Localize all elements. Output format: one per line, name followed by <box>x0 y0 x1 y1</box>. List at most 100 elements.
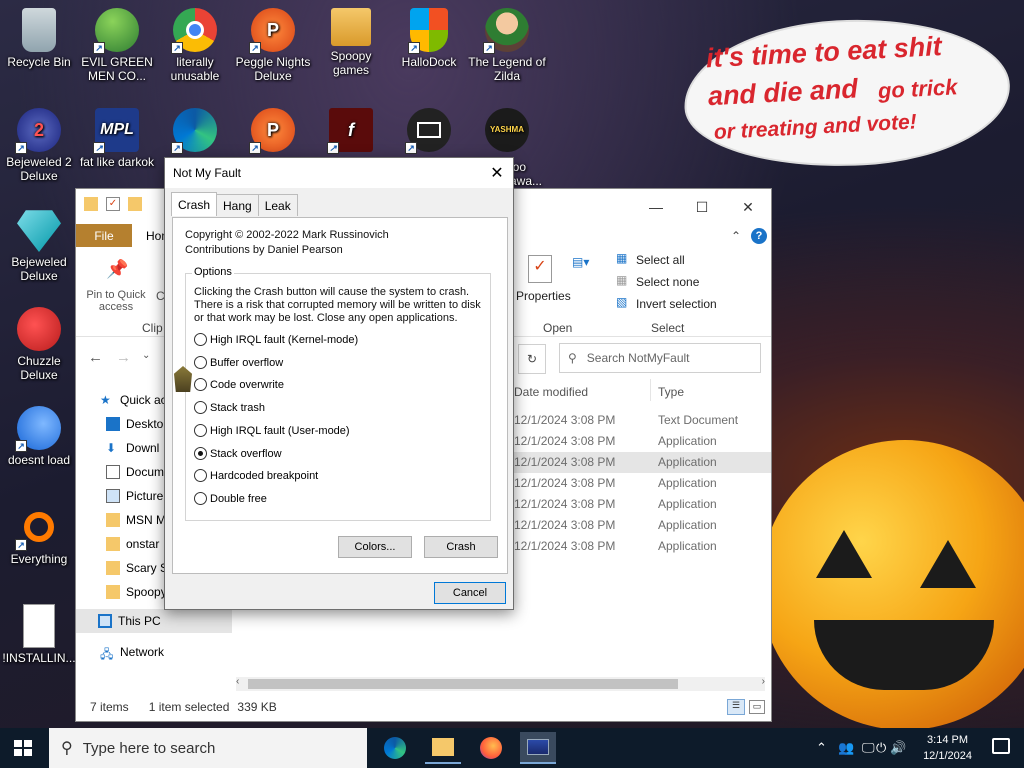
nav-downloads[interactable]: ⬇ Downl <box>106 437 159 459</box>
table-row[interactable]: 12/1/2024 3:08 PM Application <box>510 515 771 536</box>
radio-double-free[interactable]: Double free <box>194 492 267 505</box>
desktop-icon-peggle[interactable]: P ↗ <box>234 108 312 156</box>
radio-code-overwrite[interactable]: Code overwrite <box>194 378 284 391</box>
nav-scary-folder[interactable]: Scary S <box>106 557 168 579</box>
table-row[interactable]: 12/1/2024 3:08 PM Application <box>510 536 771 557</box>
taskbar-firefox[interactable] <box>473 732 509 764</box>
power-icon[interactable]: ⏻ <box>876 740 886 756</box>
open-options-icon[interactable]: ▤▾ <box>572 255 589 269</box>
select-all-button[interactable]: Select all <box>636 253 685 267</box>
refresh-icon[interactable]: ↻ <box>518 344 546 374</box>
desktop-icon-everything[interactable]: ↗ Everything <box>0 505 78 566</box>
taskbar-file-explorer[interactable] <box>425 732 461 764</box>
nav-spoopy-folder[interactable]: Spoopy <box>106 581 167 603</box>
taskbar-clock[interactable]: 3:14 PM 12/1/2024 <box>923 732 972 764</box>
desktop-icon-peggle-nights[interactable]: P ↗ Peggle Nights Deluxe <box>234 8 312 83</box>
nav-onstar-folder[interactable]: onstar <box>106 533 159 555</box>
properties-check-icon[interactable]: ✓ <box>106 197 120 211</box>
icon-label: awa... <box>510 174 543 188</box>
scrollbar-thumb[interactable] <box>248 679 678 689</box>
tab-hang[interactable]: Hang <box>216 194 259 216</box>
column-header-type[interactable]: Type <box>658 385 684 399</box>
desktop-icon-edge[interactable]: ↗ <box>156 108 234 156</box>
nav-quick-access[interactable]: ★ Quick ac <box>100 389 167 411</box>
back-arrow-icon[interactable]: ← <box>88 349 103 366</box>
tab-leak[interactable]: Leak <box>257 194 298 216</box>
scroll-left-icon[interactable]: ‹ <box>236 676 239 687</box>
horizontal-scrollbar[interactable]: ‹ › <box>236 676 765 691</box>
desktop-icon-flash[interactable]: f ↗ <box>312 108 390 156</box>
close-button[interactable]: ✕ <box>725 191 771 223</box>
table-row[interactable]: 12/1/2024 3:08 PM Text Document <box>510 410 771 431</box>
table-row[interactable]: 12/1/2024 3:08 PM Application <box>510 452 771 473</box>
start-button[interactable] <box>14 740 32 756</box>
tab-crash[interactable]: Crash <box>171 192 218 216</box>
desktop-icon-fat-like-darkok[interactable]: MPL ↗ fat like darkok <box>78 108 156 169</box>
invert-selection-button[interactable]: Invert selection <box>636 297 717 311</box>
taskbar-edge[interactable] <box>377 732 413 764</box>
desktop-icon-evil-green-men[interactable]: ↗ EVIL GREEN MEN CO... <box>78 8 156 83</box>
desktop-icon-hallodock[interactable]: ↗ HalloDock <box>390 8 468 69</box>
icon-label: Bejeweled 2 Deluxe <box>6 155 72 183</box>
minimize-button[interactable]: — <box>633 191 679 223</box>
scroll-right-icon[interactable]: › <box>762 676 765 687</box>
desktop-icon-installing[interactable]: !INSTALLIN... <box>0 604 78 665</box>
nav-documents[interactable]: Docum <box>106 461 164 483</box>
radio-high-irql-kernel[interactable]: High IRQL fault (Kernel-mode) <box>194 333 358 346</box>
people-icon[interactable]: 👥 <box>838 740 854 756</box>
desktop-icon-doesnt-load[interactable]: ↗ doesnt load <box>0 406 78 467</box>
file-tab[interactable]: File <box>76 224 132 248</box>
nav-desktop[interactable]: Deskto <box>106 413 163 435</box>
maximize-button[interactable]: ☐ <box>679 191 725 223</box>
radio-hardcoded-breakpoint[interactable]: Hardcoded breakpoint <box>194 469 318 482</box>
radio-stack-trash[interactable]: Stack trash <box>194 401 265 414</box>
desktop-icon-yashma[interactable]: YASHMA boo awa... <box>468 108 546 188</box>
select-none-button[interactable]: Select none <box>636 275 699 289</box>
column-header-date[interactable]: Date modified <box>514 385 588 399</box>
desktop-icon-spoopy-games[interactable]: Spoopy games <box>312 8 390 77</box>
icon-label: Recycle Bin <box>7 55 71 69</box>
crash-button[interactable]: Crash <box>424 536 498 558</box>
shortcut-arrow-icon: ↗ <box>408 42 420 54</box>
colors-button[interactable]: Colors... <box>338 536 412 558</box>
desktop-icon-chuzzle[interactable]: Chuzzle Deluxe <box>0 307 78 382</box>
forward-arrow-icon[interactable]: → <box>116 349 131 366</box>
desktop-icon-legend-of-zilda[interactable]: ↗ The Legend of Zilda <box>468 8 546 83</box>
taskbar-notmyfault[interactable] <box>520 732 556 764</box>
notifications-icon[interactable] <box>992 738 1010 754</box>
bejeweled-2-icon: 2 ↗ <box>15 108 61 154</box>
recent-locations-icon[interactable]: ⌄ <box>142 350 150 361</box>
desktop-icon-remote[interactable]: ↗ <box>390 108 468 156</box>
desktop-icon-bejeweled-deluxe[interactable]: Bejeweled Deluxe <box>0 208 78 283</box>
row-type: Text Document <box>658 413 739 427</box>
nav-network[interactable]: 🖧 Network <box>100 641 164 663</box>
large-icons-view-icon[interactable]: ▭ <box>749 700 765 714</box>
help-icon[interactable]: ? <box>751 228 767 244</box>
desktop-icon-literally-unusable[interactable]: ↗ literally unusable <box>156 8 234 83</box>
nav-pictures[interactable]: Picture <box>106 485 163 507</box>
table-row[interactable]: 12/1/2024 3:08 PM Application <box>510 473 771 494</box>
new-folder-icon[interactable] <box>128 197 142 211</box>
details-view-icon[interactable]: ☰ <box>727 699 745 715</box>
desktop-icon-recycle-bin[interactable]: Recycle Bin <box>0 8 78 69</box>
nav-this-pc[interactable]: This PC <box>76 609 232 633</box>
pin-to-quick-access-button[interactable]: Pin to Quick access <box>82 289 150 313</box>
nav-label: Quick ac <box>120 393 167 407</box>
table-row[interactable]: 12/1/2024 3:08 PM Application <box>510 494 771 515</box>
properties-button[interactable]: Properties <box>516 289 571 303</box>
table-row[interactable]: 12/1/2024 3:08 PM Application <box>510 431 771 452</box>
volume-icon[interactable]: 🔊 <box>890 740 906 756</box>
dialog-close-button[interactable]: ✕ <box>481 158 513 188</box>
collapse-ribbon-icon[interactable]: ⌃ <box>731 229 741 243</box>
network-status-icon[interactable]: 🖵 <box>862 740 875 756</box>
cancel-button[interactable]: Cancel <box>434 582 506 604</box>
row-date: 12/1/2024 3:08 PM <box>514 476 616 490</box>
show-hidden-icons-icon[interactable]: ⌃ <box>816 740 827 756</box>
search-box[interactable]: ⚲ Search NotMyFault <box>559 343 761 373</box>
radio-high-irql-user[interactable]: High IRQL fault (User-mode) <box>194 424 350 437</box>
taskbar-search-box[interactable]: ⚲ Type here to search <box>49 728 367 768</box>
desktop-icon-bejeweled-2[interactable]: 2 ↗ Bejeweled 2 Deluxe <box>0 108 78 183</box>
radio-buffer-overflow[interactable]: Buffer overflow <box>194 356 283 369</box>
radio-stack-overflow[interactable]: Stack overflow <box>194 447 282 460</box>
nav-msn-folder[interactable]: MSN M <box>106 509 166 531</box>
